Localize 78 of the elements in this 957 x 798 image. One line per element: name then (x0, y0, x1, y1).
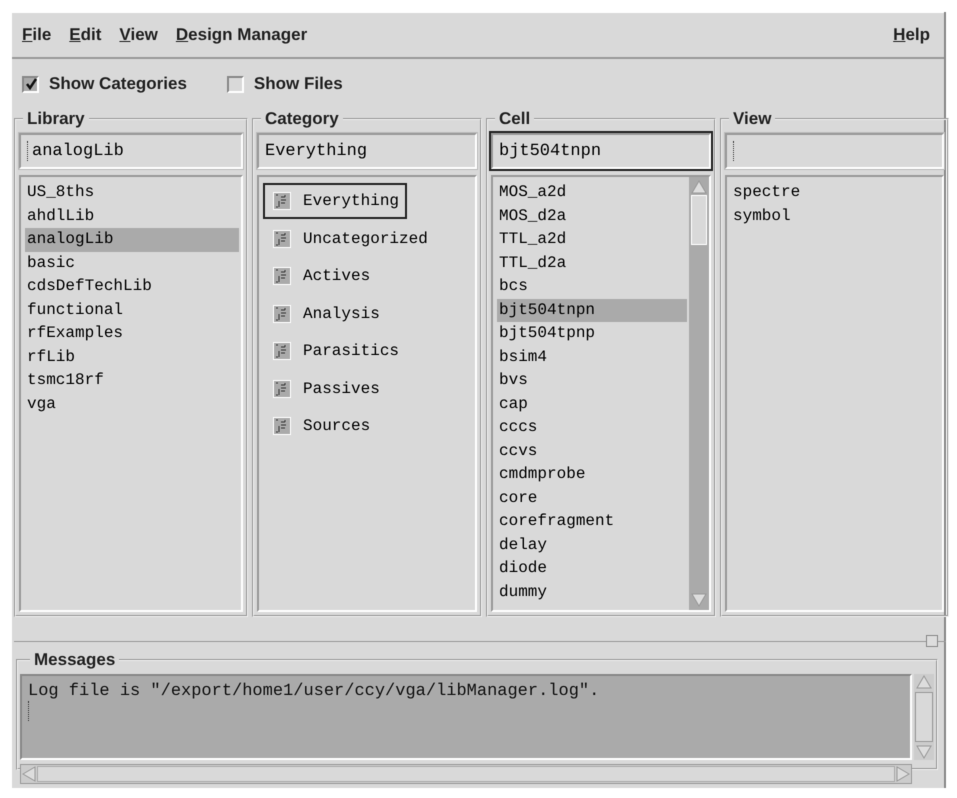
list-item[interactable]: basic (25, 252, 239, 275)
list-item[interactable]: cap (497, 392, 687, 416)
help-menu[interactable]: Help (893, 25, 930, 45)
document-icon (273, 267, 291, 285)
panel-title: Cell (498, 109, 532, 129)
document-icon (273, 304, 291, 322)
menu-item[interactable]: Design Manager (176, 25, 308, 45)
scrollbar[interactable] (689, 177, 709, 610)
category-item[interactable]: Parasitics (263, 333, 408, 369)
right-arrow-icon[interactable] (895, 766, 911, 782)
checkbox[interactable] (22, 76, 39, 92)
category-item[interactable]: Analysis (263, 296, 388, 332)
list-item[interactable]: analogLib (25, 228, 239, 252)
panel-title: Category (264, 109, 340, 129)
list-item[interactable]: tsmc18rf (25, 369, 239, 392)
list-item[interactable]: functional (25, 298, 239, 322)
sash-handle[interactable] (926, 635, 938, 647)
list-item[interactable]: MOS_a2d (497, 181, 687, 204)
text-cursor-icon (27, 141, 31, 161)
menu-item[interactable]: File (22, 25, 52, 45)
scrollbar[interactable] (914, 674, 934, 760)
category-item[interactable]: Everything (263, 183, 408, 219)
list-item[interactable]: core (497, 486, 687, 510)
list-item[interactable]: corefragment (497, 510, 687, 534)
list-item[interactable]: spectre (731, 181, 940, 204)
list-item[interactable]: bcs (497, 275, 687, 298)
list-item[interactable]: vga (25, 392, 239, 416)
list-item[interactable]: ccvs (497, 440, 687, 463)
message-text: Log file is "/export/home1/user/ccy/vga/libManager.log". (28, 682, 600, 701)
scroll-thumb[interactable] (37, 766, 895, 782)
list-item[interactable]: cccs (497, 416, 687, 440)
input-field[interactable]: bjt504tnpn (491, 133, 711, 169)
document-icon (273, 192, 291, 210)
list-item[interactable]: ahdlLib (25, 204, 239, 228)
list-item[interactable]: bvs (497, 369, 687, 392)
panel-title: Messages (33, 650, 116, 670)
input-field[interactable]: analogLib (19, 133, 243, 169)
category-item[interactable]: Actives (263, 258, 378, 294)
document-icon (273, 342, 291, 360)
list-item[interactable]: rfExamples (25, 322, 239, 346)
list-item[interactable]: bsim4 (497, 346, 687, 369)
left-arrow-icon[interactable] (21, 766, 37, 782)
list-item[interactable]: cmdmprobe (497, 463, 687, 486)
text-cursor-icon (733, 141, 737, 161)
down-arrow-icon[interactable] (691, 592, 707, 608)
up-arrow-icon[interactable] (916, 674, 932, 690)
list-item[interactable]: delay (497, 534, 687, 557)
input-field[interactable] (725, 133, 944, 169)
input-field[interactable]: Everything (257, 133, 477, 169)
list-item[interactable]: TTL_d2a (497, 252, 687, 275)
list-item[interactable]: diode (497, 557, 687, 580)
checkbox-label: Show Categories (49, 74, 187, 94)
document-icon (273, 380, 291, 398)
panel-title: Library (26, 109, 86, 129)
list-item[interactable]: MOS_d2a (497, 204, 687, 228)
down-arrow-icon[interactable] (916, 744, 932, 760)
scroll-thumb[interactable] (915, 692, 933, 742)
list-item[interactable]: symbol (731, 204, 940, 228)
list-item[interactable]: dummy (497, 580, 687, 604)
list-item[interactable]: cdsDefTechLib (25, 275, 239, 298)
list-item[interactable]: US_8ths (25, 181, 239, 204)
menu-item[interactable]: Edit (69, 25, 102, 45)
list-item[interactable]: bjt504tpnp (497, 322, 687, 346)
document-icon (273, 417, 291, 435)
category-item[interactable]: Sources (263, 408, 378, 444)
category-item[interactable]: Passives (263, 370, 388, 406)
scrollbar[interactable] (20, 764, 912, 784)
category-item[interactable]: Uncategorized (263, 220, 436, 256)
list-item[interactable]: TTL_a2d (497, 228, 687, 252)
checkbox-label: Show Files (254, 74, 343, 94)
list-item[interactable]: bjt504tnpn (497, 298, 687, 322)
text-cursor-icon (28, 701, 32, 721)
list-item[interactable]: rfLib (25, 346, 239, 369)
panel-title: View (732, 109, 772, 129)
checkbox[interactable] (226, 76, 244, 92)
document-icon (273, 230, 291, 248)
up-arrow-icon[interactable] (691, 179, 707, 195)
menu-item[interactable]: View (119, 25, 158, 45)
